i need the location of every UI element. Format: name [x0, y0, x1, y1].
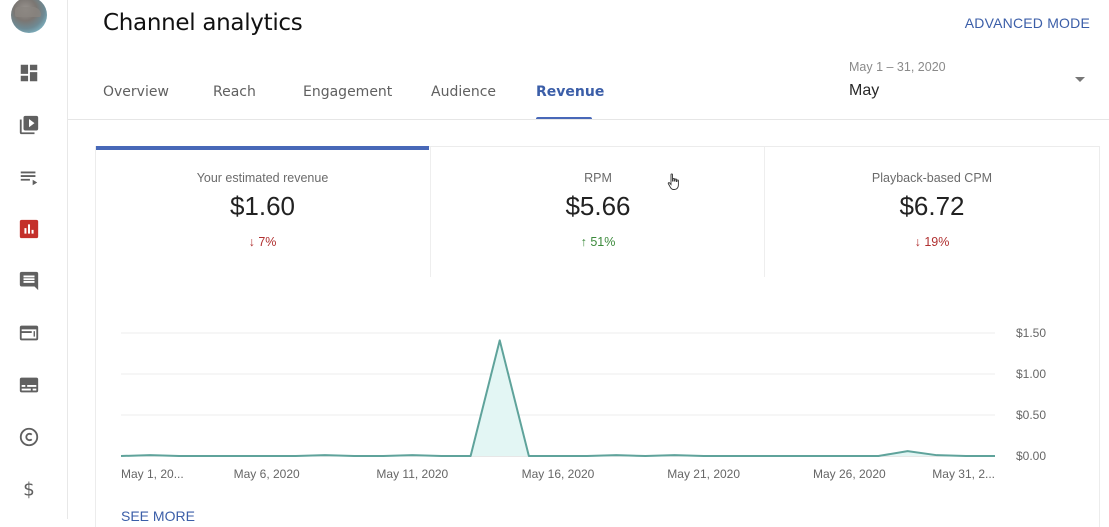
metric-rpm[interactable]: RPM $5.66 ↑ 51%	[430, 147, 765, 277]
analytics-icon[interactable]	[18, 218, 40, 240]
metric-label: Your estimated revenue	[196, 171, 329, 185]
metric-delta: ↓ 19%	[765, 235, 1099, 249]
revenue-card: Your estimated revenue $1.60 ↓ 7% RPM $5…	[95, 146, 1100, 527]
metric-value: $1.60	[229, 191, 296, 221]
metric-delta-value: 19%	[924, 235, 950, 249]
arrow-down-icon: ↓	[248, 235, 255, 249]
tab-overview[interactable]: Overview	[103, 84, 213, 120]
dashboard-icon[interactable]	[18, 62, 40, 84]
tab-engagement[interactable]: Engagement	[303, 84, 431, 120]
header-divider	[68, 119, 1109, 120]
see-more-link[interactable]: SEE MORE	[121, 508, 195, 524]
page-title: Channel analytics	[103, 10, 303, 36]
advanced-mode-button[interactable]: ADVANCED MODE	[965, 15, 1090, 31]
chevron-down-icon[interactable]	[1075, 77, 1085, 82]
metric-delta-value: 51%	[590, 235, 616, 249]
playlist-icon[interactable]	[18, 166, 40, 188]
tab-audience[interactable]: Audience	[431, 84, 536, 120]
metric-delta: ↓ 7%	[96, 235, 429, 249]
arrow-up-icon: ↑	[580, 235, 587, 249]
dollar-icon[interactable]: $	[18, 478, 40, 500]
hand-cursor-icon	[667, 173, 679, 190]
sidebar: $	[0, 0, 68, 519]
metric-delta: ↑ 51%	[431, 235, 765, 249]
video-library-icon[interactable]	[18, 114, 40, 136]
date-select[interactable]: May	[849, 82, 879, 100]
subtitles-icon[interactable]	[18, 374, 40, 396]
tab-reach[interactable]: Reach	[213, 84, 303, 120]
metric-delta-value: 7%	[258, 235, 277, 249]
metric-estimated-revenue[interactable]: Your estimated revenue $1.60 ↓ 7%	[96, 146, 429, 277]
metric-value: $5.66	[565, 191, 631, 221]
monetization-card-icon[interactable]	[18, 322, 40, 344]
tab-revenue[interactable]: Revenue	[536, 84, 604, 120]
metric-label: Playback-based CPM	[871, 171, 993, 185]
channel-avatar[interactable]	[11, 0, 47, 33]
date-range-label: May 1 – 31, 2020	[849, 60, 946, 74]
arrow-down-icon: ↓	[914, 235, 921, 249]
comments-icon[interactable]	[18, 270, 40, 292]
metric-value: $6.72	[899, 191, 965, 221]
copyright-icon[interactable]	[18, 426, 40, 448]
metric-playback-cpm[interactable]: Playback-based CPM $6.72 ↓ 19%	[764, 147, 1099, 277]
svg-text:$: $	[23, 479, 35, 500]
metric-label: RPM	[584, 171, 612, 185]
tab-bar: Overview Reach Engagement Audience Reven…	[103, 84, 604, 120]
